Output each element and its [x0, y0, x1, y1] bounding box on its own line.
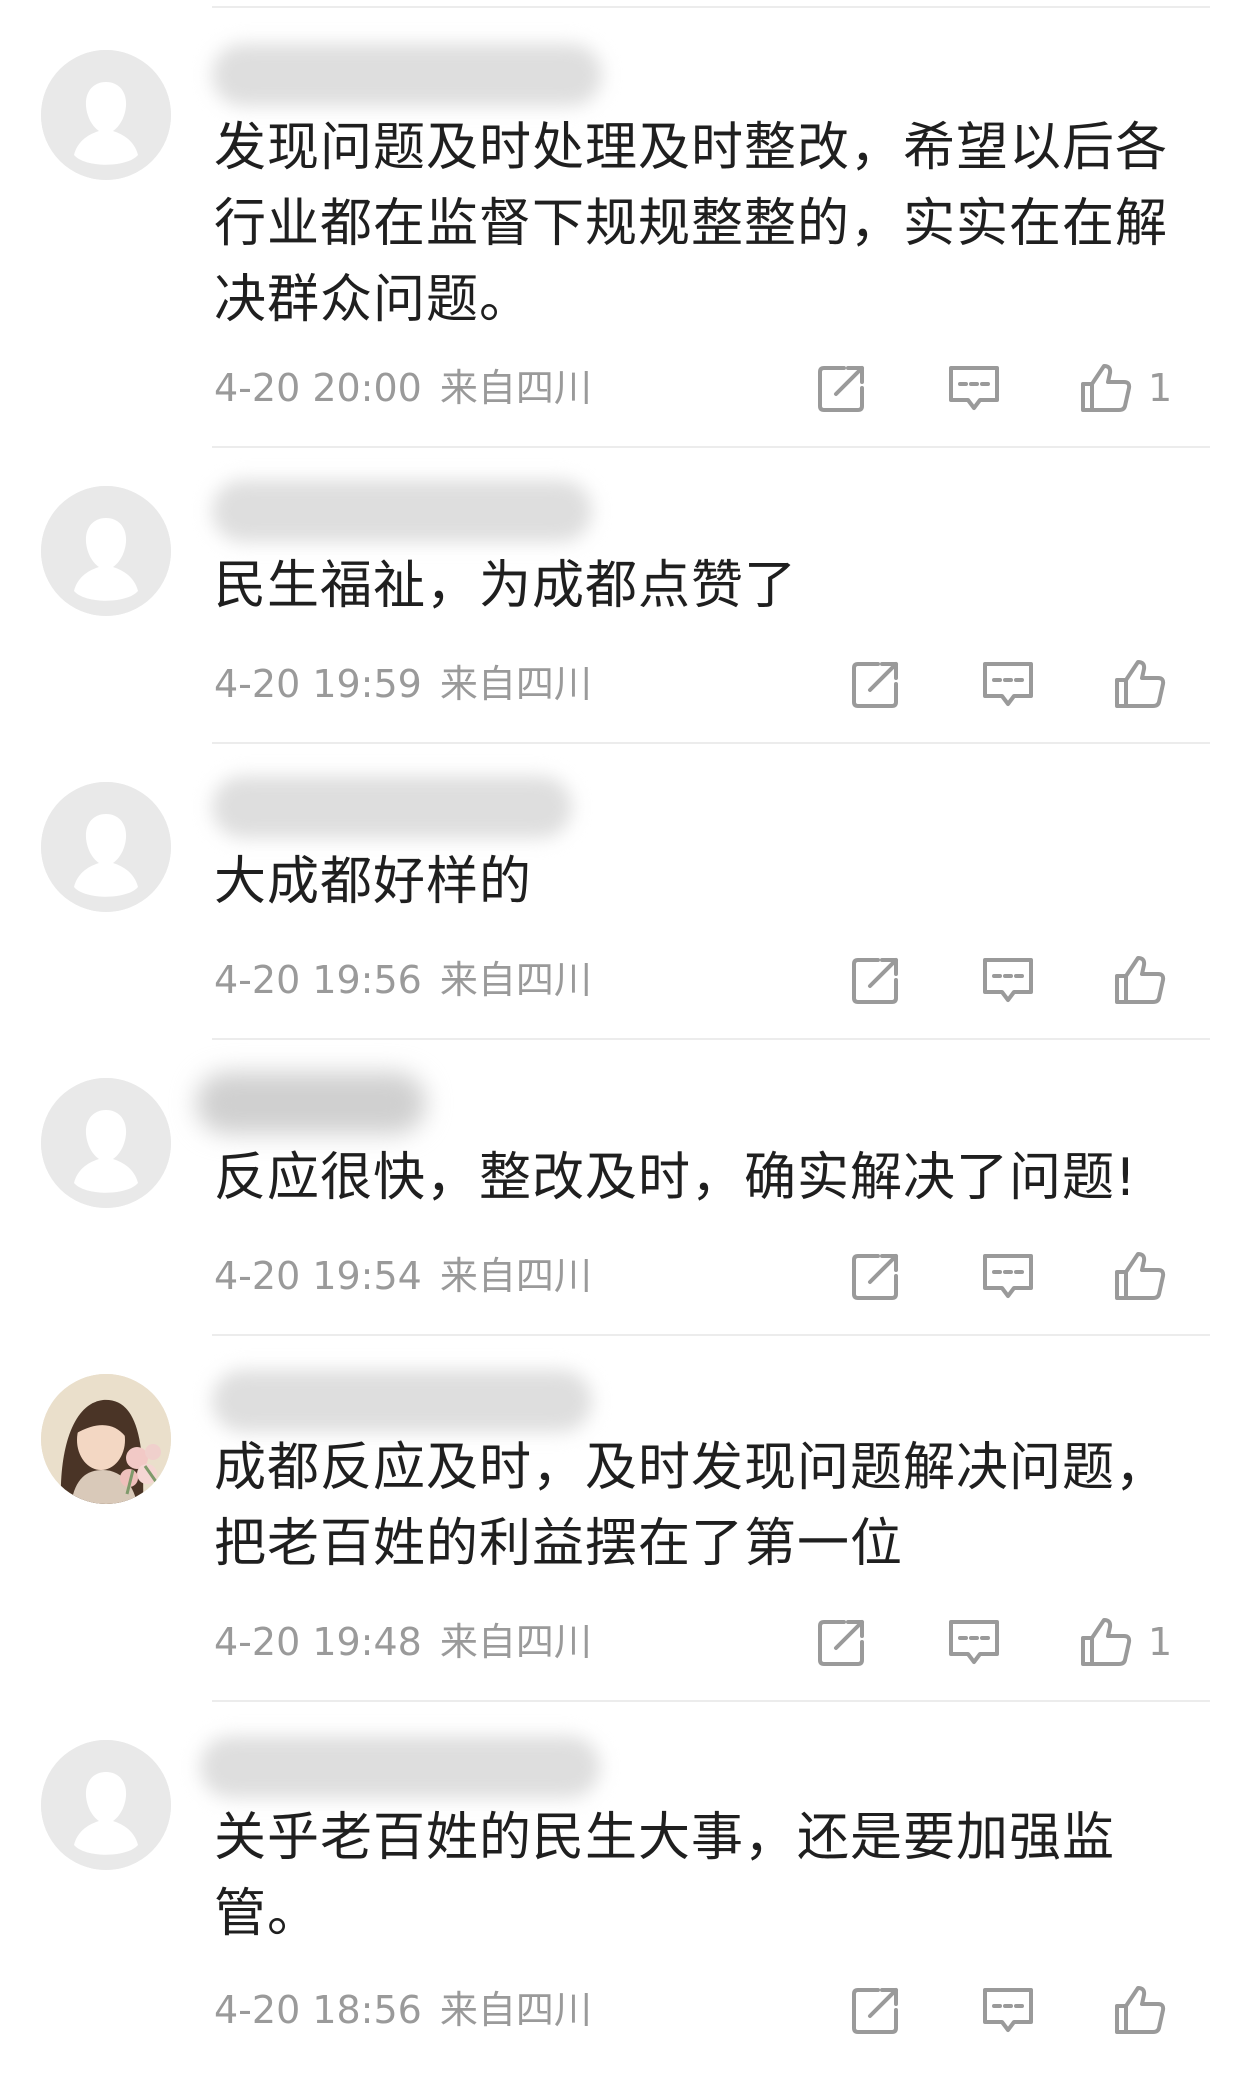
share-icon[interactable] [814, 1614, 870, 1670]
username-blurred[interactable] [200, 1736, 600, 1798]
comment-divider [212, 1700, 1210, 1702]
avatar[interactable] [41, 1374, 171, 1504]
username-blurred[interactable] [212, 1370, 592, 1432]
comment-divider [212, 6, 1210, 8]
comment-location: 来自四川 [439, 958, 592, 1002]
avatar[interactable] [41, 782, 171, 912]
username-blurred[interactable] [196, 1072, 426, 1134]
thumbs-up-icon[interactable] [1112, 656, 1168, 712]
comment-time: 4-20 20:00 [214, 366, 422, 410]
comment-time: 4-20 19:56 [214, 958, 422, 1002]
avatar[interactable] [41, 486, 171, 616]
comment-meta: 4-20 19:48 来自四川 [214, 1620, 592, 1664]
username-blurred[interactable] [212, 480, 592, 542]
comment-meta: 4-20 19:59 来自四川 [214, 662, 592, 706]
comment-time: 4-20 19:54 [214, 1254, 422, 1298]
default-avatar-icon [41, 1740, 171, 1870]
comment-divider [212, 446, 1210, 448]
comment-icon[interactable] [946, 360, 1002, 416]
thumbs-up-icon[interactable] [1112, 952, 1168, 1008]
thumbs-up-icon[interactable] [1078, 1614, 1134, 1670]
username-blurred[interactable] [212, 776, 572, 838]
comment-icon[interactable] [980, 656, 1036, 712]
comment-text: 关乎老百姓的民生大事，还是要加强监管。 [214, 1808, 1116, 1944]
comment-text: 成都反应及时，及时发现问题解决问题，把老百姓的利益摆在了第一位 [214, 1438, 1169, 1574]
comment-text: 大成都好样的 [214, 852, 533, 912]
like-count: 1 [1148, 1620, 1173, 1664]
username-blurred[interactable] [212, 44, 602, 106]
comment-time: 4-20 18:56 [214, 1988, 422, 2032]
comment-meta: 4-20 20:00 来自四川 [214, 366, 592, 410]
default-avatar-icon [41, 486, 171, 616]
avatar[interactable] [41, 1740, 171, 1870]
like-count: 1 [1148, 366, 1173, 410]
avatar[interactable] [41, 1078, 171, 1208]
comment-icon[interactable] [980, 1248, 1036, 1304]
comment-divider [212, 1038, 1210, 1040]
comment-meta: 4-20 18:56 来自四川 [214, 1988, 592, 2032]
default-avatar-icon [41, 782, 171, 912]
comment-meta: 4-20 19:56 来自四川 [214, 958, 592, 1002]
default-avatar-icon [41, 1078, 171, 1208]
comment-location: 来自四川 [439, 1620, 592, 1664]
thumbs-up-icon[interactable] [1078, 360, 1134, 416]
comment-location: 来自四川 [439, 1254, 592, 1298]
comment-icon[interactable] [980, 952, 1036, 1008]
user-photo [41, 1374, 171, 1504]
comment-location: 来自四川 [439, 366, 592, 410]
thumbs-up-icon[interactable] [1112, 1982, 1168, 2038]
share-icon[interactable] [848, 1248, 904, 1304]
share-icon[interactable] [848, 656, 904, 712]
comment-text: 发现问题及时处理及时整改，希望以后各行业都在监督下规规整整的，实实在在解决群众问… [214, 118, 1169, 330]
share-icon[interactable] [848, 952, 904, 1008]
comment-location: 来自四川 [439, 662, 592, 706]
comment-icon[interactable] [980, 1982, 1036, 2038]
comment-icon[interactable] [946, 1614, 1002, 1670]
comment-time: 4-20 19:59 [214, 662, 422, 706]
thumbs-up-icon[interactable] [1112, 1248, 1168, 1304]
comment-divider [212, 1334, 1210, 1336]
comment-location: 来自四川 [439, 1988, 592, 2032]
comment-meta: 4-20 19:54 来自四川 [214, 1254, 592, 1298]
default-avatar-icon [41, 50, 171, 180]
comment-text: 反应很快，整改及时，确实解决了问题! [214, 1148, 1137, 1208]
share-icon[interactable] [848, 1982, 904, 2038]
comment-time: 4-20 19:48 [214, 1620, 422, 1664]
share-icon[interactable] [814, 360, 870, 416]
comment-divider [212, 742, 1210, 744]
avatar[interactable] [41, 50, 171, 180]
comment-text: 民生福祉，为成都点赞了 [214, 556, 798, 616]
